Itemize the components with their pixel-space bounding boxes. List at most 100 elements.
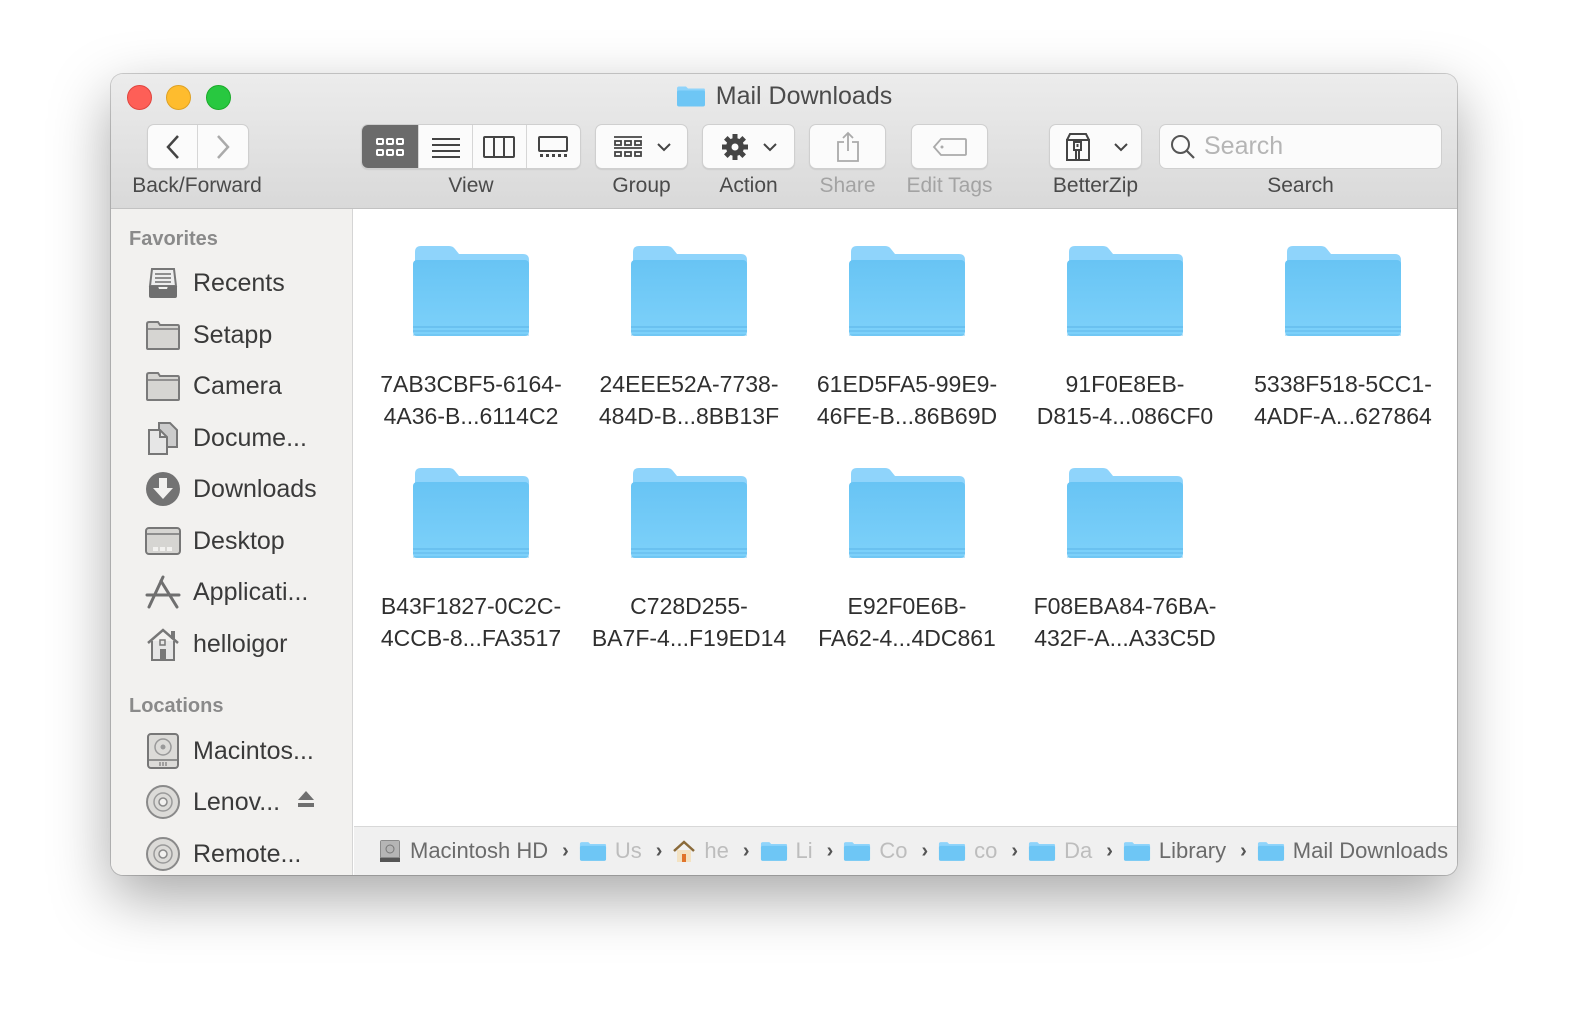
path-item[interactable]: Da › (1028, 838, 1123, 864)
path-item[interactable]: Library › (1123, 838, 1257, 864)
path-separator: › (742, 839, 750, 862)
gallery-view-button[interactable] (527, 125, 581, 168)
folder-icon (629, 464, 749, 560)
folder-item[interactable]: C728D255- BA7F-4...F19ED14 (580, 464, 798, 654)
folder-icon (1283, 242, 1403, 338)
search-field[interactable] (1159, 124, 1442, 169)
hard-drive-icon (145, 733, 181, 769)
path-item[interactable]: Mail Downloads (1257, 838, 1448, 864)
path-item[interactable]: co › (938, 838, 1028, 864)
disc-icon (145, 836, 181, 872)
folder-icon (629, 242, 749, 338)
chevron-down-icon (1113, 142, 1128, 151)
search-label: Search (1267, 174, 1334, 197)
sidebar-item-camera[interactable]: Camera (145, 366, 345, 406)
eject-icon[interactable] (297, 790, 315, 808)
sidebar-item-label: Remote... (193, 839, 302, 868)
group-button[interactable] (595, 124, 688, 169)
share-icon (836, 131, 859, 162)
betterzip-button[interactable] (1049, 124, 1142, 169)
window-title: Mail Downloads (111, 82, 1457, 111)
folder-name: B43F1827-0C2C- 4CCB-8...FA3517 (380, 593, 562, 651)
folder-icon (1123, 841, 1151, 862)
sidebar-item-remote[interactable]: Remote... (145, 834, 345, 874)
path-separator: › (826, 839, 834, 862)
locations-header: Locations (129, 695, 224, 717)
sidebar-item-downloads[interactable]: Downloads (145, 469, 345, 509)
sidebar-item-macintosh-hd[interactable]: Macintos... (145, 731, 345, 771)
folder-item[interactable]: 5338F518-5CC1- 4ADF-A...627864 (1234, 242, 1452, 432)
sidebar-item-label: Recents (193, 268, 285, 297)
applications-icon (145, 574, 181, 610)
search-input[interactable] (1204, 132, 1424, 161)
disc-icon (145, 784, 181, 820)
folder-icon (1065, 464, 1185, 560)
edit-tags-button[interactable] (911, 124, 988, 169)
folder-item[interactable]: E92F0E6B- FA62-4...4DC861 (798, 464, 1016, 654)
sidebar-item-label: Docume... (193, 423, 307, 452)
back-button[interactable] (148, 125, 199, 168)
downloads-icon (145, 471, 181, 507)
folder-icon (1028, 841, 1056, 862)
betterzip-label: BetterZip (1052, 174, 1139, 197)
edit-tags-label: Edit Tags (906, 174, 993, 197)
folder-item[interactable]: 7AB3CBF5-6164- 4A36-B...6114C2 (362, 242, 580, 432)
folder-item[interactable]: 24EEE52A-7738- 484D-B...8BB13F (580, 242, 798, 432)
folder-name: 5338F518-5CC1- 4ADF-A...627864 (1254, 371, 1432, 429)
toolbar: Mail Downloads Back/Forward View Group A… (111, 74, 1457, 209)
path-item[interactable]: Li › (760, 838, 844, 864)
column-view-button[interactable] (473, 125, 527, 168)
folder-name: 24EEE52A-7738- 484D-B...8BB13F (598, 371, 780, 429)
share-label: Share (819, 174, 876, 197)
sidebar-item-label: Desktop (193, 526, 285, 555)
list-view-icon (431, 137, 460, 158)
path-separator: › (655, 839, 663, 862)
file-grid: 7AB3CBF5-6164- 4A36-B...6114C2 24EEE52A-7… (354, 209, 1457, 826)
action-label: Action (719, 174, 778, 197)
sidebar-item-setapp[interactable]: Setapp (145, 315, 345, 355)
folder-icon (145, 368, 181, 404)
path-item[interactable]: Co › (843, 838, 938, 864)
folder-icon (145, 317, 181, 353)
sidebar-item-desktop[interactable]: Desktop (145, 521, 345, 561)
forward-button[interactable] (198, 125, 248, 168)
sidebar-item-lenovo[interactable]: Lenov... (145, 782, 345, 822)
folder-icon (676, 85, 706, 108)
folder-icon (1257, 841, 1285, 862)
action-button[interactable] (702, 124, 795, 169)
path-bar: Macintosh HD › Us › he › Li › Co › co › Da › L (354, 826, 1457, 875)
recents-icon (145, 265, 181, 301)
sidebar-item-home[interactable]: helloigor (145, 624, 345, 664)
view-mode-control (361, 124, 581, 169)
chevron-left-icon (165, 134, 179, 159)
folder-name: 7AB3CBF5-6164- 4A36-B...6114C2 (380, 371, 562, 429)
path-item[interactable]: Us › (579, 838, 673, 864)
folder-item[interactable]: 61ED5FA5-99E9- 46FE-B...86B69D (798, 242, 1016, 432)
path-separator: › (1240, 839, 1247, 862)
sidebar-item-applications[interactable]: Applicati... (145, 572, 345, 612)
sidebar-item-documents[interactable]: Docume... (145, 418, 345, 458)
sidebar: Favorites Recents Setapp Camera Docume..… (111, 209, 353, 875)
back-forward-label: Back/Forward (132, 174, 262, 197)
home-icon (145, 626, 181, 662)
list-view-button[interactable] (419, 125, 473, 168)
folder-item[interactable]: 91F0E8EB- D815-4...086CF0 (1016, 242, 1234, 432)
sidebar-item-label: Lenov... (193, 787, 281, 816)
users-folder-icon (579, 841, 607, 862)
icon-view-button[interactable] (362, 125, 420, 168)
sidebar-item-label: helloigor (193, 629, 288, 658)
sidebar-item-label: Camera (193, 371, 282, 400)
folder-icon (1065, 242, 1185, 338)
search-icon (1171, 134, 1195, 159)
path-item[interactable]: Macintosh HD › (378, 838, 579, 864)
share-button[interactable] (809, 124, 886, 169)
path-item[interactable]: he › (672, 838, 759, 864)
hard-drive-icon (380, 840, 400, 862)
folder-item[interactable]: B43F1827-0C2C- 4CCB-8...FA3517 (362, 464, 580, 654)
chevron-down-icon (762, 142, 777, 151)
sidebar-item-recents[interactable]: Recents (145, 263, 345, 303)
home-icon (673, 840, 696, 862)
folder-item[interactable]: F08EBA84-76BA- 432F-A...A33C5D (1016, 464, 1234, 654)
folder-name: F08EBA84-76BA- 432F-A...A33C5D (1033, 593, 1217, 651)
icon-view-icon (376, 137, 405, 156)
